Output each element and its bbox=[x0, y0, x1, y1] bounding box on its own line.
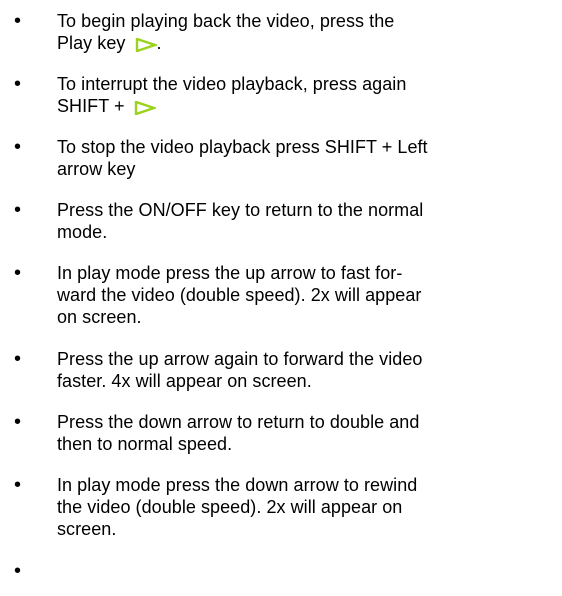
bullet: • bbox=[14, 262, 22, 284]
bullet: • bbox=[14, 73, 22, 95]
bullet: • bbox=[14, 474, 22, 496]
bullet: • bbox=[14, 10, 22, 32]
list-item-text: Press the up arrow again to forward the … bbox=[57, 349, 423, 391]
bullet: • bbox=[14, 560, 22, 582]
bullet: • bbox=[14, 411, 22, 433]
bullet: • bbox=[14, 136, 22, 158]
list-item-text: To stop the video playback press SHIFT +… bbox=[57, 137, 428, 179]
list-item-text: In play mode press the up arrow to fast … bbox=[57, 263, 422, 327]
list-item-text: To begin playing back the video, press t… bbox=[57, 11, 395, 53]
play-key-icon bbox=[135, 35, 159, 53]
bullet: • bbox=[14, 348, 22, 370]
list-item-text: To interrupt the video playback, press a… bbox=[57, 74, 407, 116]
bullet: • bbox=[14, 199, 22, 221]
list-item-text: In play mode press the down arrow to rew… bbox=[57, 475, 418, 539]
play-key-icon bbox=[134, 98, 158, 116]
instruction-list: • To begin playing back the video, press… bbox=[0, 0, 562, 596]
list-item-text: Press the down arrow to return to double… bbox=[57, 412, 420, 454]
list-item-text: Press the ON/OFF key to return to the no… bbox=[57, 200, 424, 242]
